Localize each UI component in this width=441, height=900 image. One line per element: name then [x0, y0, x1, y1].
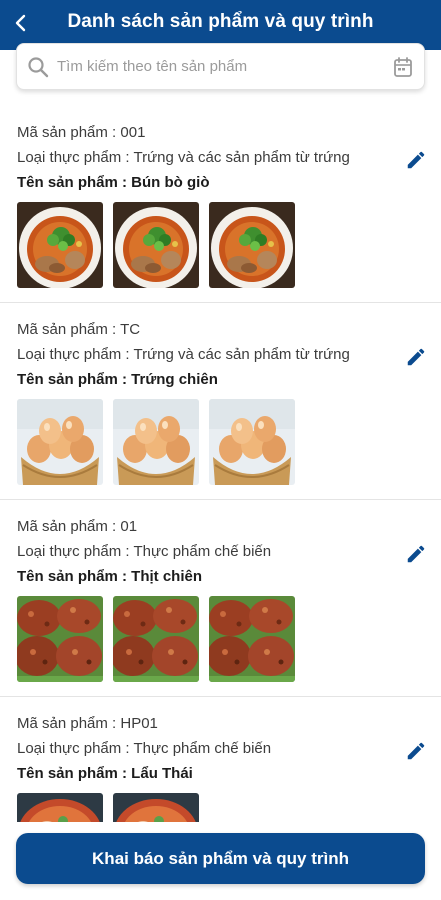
search-bar[interactable]	[16, 43, 425, 90]
product-image[interactable]	[17, 399, 103, 485]
product-name: Tên sản phẩm : Thịt chiên	[17, 568, 203, 585]
product-image[interactable]	[209, 399, 295, 485]
product-name: Tên sản phẩm : Lẩu Thái	[17, 765, 193, 782]
product-name: Tên sản phẩm : Bún bò giò	[17, 174, 210, 191]
pencil-icon	[407, 348, 425, 366]
product-code: Mã sản phẩm : TC	[17, 321, 141, 338]
product-card-3[interactable]: Mã sản phẩm : 01 Loại thực phẩm : Thực p…	[0, 501, 441, 697]
product-code: Mã sản phẩm : 001	[17, 124, 146, 141]
search-icon	[28, 57, 49, 78]
edit-button[interactable]	[403, 541, 429, 567]
edit-button[interactable]	[403, 344, 429, 370]
product-category: Loại thực phẩm : Thực phẩm chế biến	[17, 740, 272, 757]
product-category: Loại thực phẩm : Thực phẩm chế biến	[17, 543, 272, 560]
page-title: Danh sách sản phẩm và quy trình	[67, 11, 374, 32]
product-image[interactable]	[113, 399, 199, 485]
product-code: Mã sản phẩm : 01	[17, 518, 138, 535]
product-card-4[interactable]: Mã sản phẩm : HP01 Loại thực phẩm : Thực…	[0, 698, 441, 827]
product-list: Mã sản phẩm : 001 Loại thực phẩm : Trứng…	[0, 107, 441, 827]
pencil-icon	[407, 545, 425, 563]
search-input[interactable]	[57, 44, 397, 89]
product-card-1[interactable]: Mã sản phẩm : 001 Loại thực phẩm : Trứng…	[0, 107, 441, 303]
declare-product-button[interactable]: Khai báo sản phẩm và quy trình	[16, 833, 425, 884]
product-image[interactable]	[113, 596, 199, 682]
calendar-icon[interactable]	[393, 56, 413, 78]
product-images	[17, 202, 295, 288]
product-image[interactable]	[17, 596, 103, 682]
product-code: Mã sản phẩm : HP01	[17, 715, 158, 732]
product-card-2[interactable]: Mã sản phẩm : TC Loại thực phẩm : Trứng …	[0, 304, 441, 500]
product-name: Tên sản phẩm : Trứng chiên	[17, 371, 218, 388]
pencil-icon	[407, 151, 425, 169]
product-category: Loại thực phẩm : Trứng và các sản phẩm t…	[17, 149, 350, 166]
product-image[interactable]	[209, 596, 295, 682]
product-images	[17, 596, 295, 682]
product-images	[17, 399, 295, 485]
product-category: Loại thực phẩm : Trứng và các sản phẩm t…	[17, 346, 350, 363]
product-image[interactable]	[113, 202, 199, 288]
edit-button[interactable]	[403, 738, 429, 764]
product-image[interactable]	[17, 202, 103, 288]
product-image[interactable]	[209, 202, 295, 288]
bottom-bar: Khai báo sản phẩm và quy trình	[0, 822, 441, 900]
pencil-icon	[407, 742, 425, 760]
edit-button[interactable]	[403, 147, 429, 173]
